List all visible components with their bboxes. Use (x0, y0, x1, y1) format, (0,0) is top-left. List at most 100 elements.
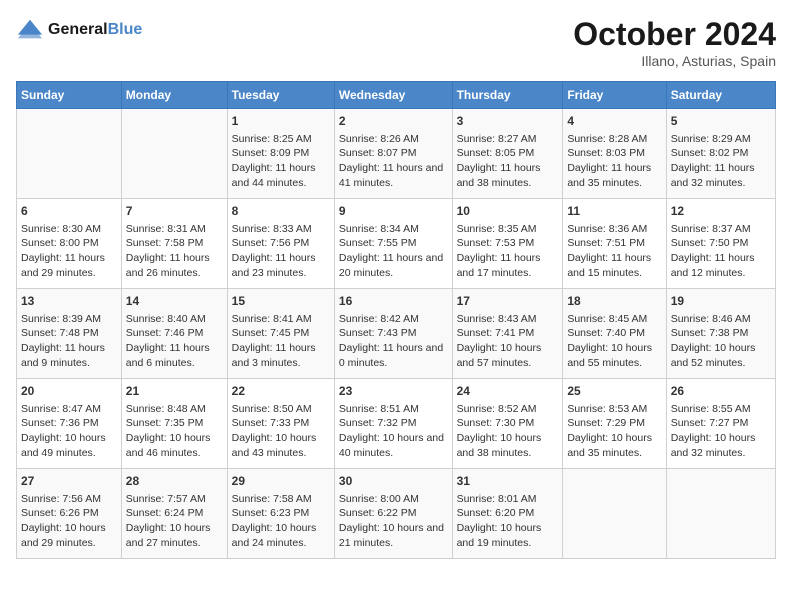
month-title: October 2024 (573, 16, 776, 53)
calendar-cell: 30 Sunrise: 8:00 AMSunset: 6:22 PMDayligh… (334, 469, 452, 559)
weekday-header-row: SundayMondayTuesdayWednesdayThursdayFrid… (17, 82, 776, 109)
day-number: 5 (671, 113, 771, 130)
day-detail: Sunrise: 8:51 AMSunset: 7:32 PMDaylight:… (339, 402, 448, 461)
weekday-header-wednesday: Wednesday (334, 82, 452, 109)
day-detail: Sunrise: 8:36 AMSunset: 7:51 PMDaylight:… (567, 222, 661, 281)
day-number: 18 (567, 293, 661, 310)
calendar-cell (666, 469, 775, 559)
calendar-cell: 13Sunrise: 8:39 AMSunset: 7:48 PMDayligh… (17, 289, 122, 379)
day-detail: Sunrise: 8:47 AMSunset: 7:36 PMDaylight:… (21, 402, 117, 461)
day-number: 9 (339, 203, 448, 220)
weekday-header-tuesday: Tuesday (227, 82, 334, 109)
weekday-header-thursday: Thursday (452, 82, 563, 109)
day-detail: Sunrise: 8:42 AMSunset: 7:43 PMDaylight:… (339, 312, 448, 371)
day-number: 8 (232, 203, 330, 220)
day-detail: Sunrise: 8:00 AMSunset: 6:22 PMDaylight:… (339, 492, 448, 551)
location: Illano, Asturias, Spain (573, 53, 776, 69)
day-number: 31 (457, 473, 559, 490)
calendar-week-row: 20 Sunrise: 8:47 AMSunset: 7:36 PMDayligh… (17, 379, 776, 469)
day-detail: Sunrise: 8:53 AMSunset: 7:29 PMDaylight:… (567, 402, 661, 461)
day-number: 25 (567, 383, 661, 400)
day-number: 17 (457, 293, 559, 310)
calendar-cell: 15 Sunrise: 8:41 AMSunset: 7:45 PMDayligh… (227, 289, 334, 379)
calendar-week-row: 6Sunrise: 8:30 AMSunset: 8:00 PMDaylight… (17, 199, 776, 289)
weekday-header-sunday: Sunday (17, 82, 122, 109)
calendar-cell: 21 Sunrise: 8:48 AMSunset: 7:35 PMDayligh… (121, 379, 227, 469)
day-detail: Sunrise: 8:50 AMSunset: 7:33 PMDaylight:… (232, 402, 330, 461)
day-detail: Sunrise: 7:57 AMSunset: 6:24 PMDaylight:… (126, 492, 223, 551)
day-number: 23 (339, 383, 448, 400)
day-detail: Sunrise: 8:29 AMSunset: 8:02 PMDaylight:… (671, 132, 771, 191)
calendar-cell: 6Sunrise: 8:30 AMSunset: 8:00 PMDaylight… (17, 199, 122, 289)
day-detail: Sunrise: 8:25 AMSunset: 8:09 PMDaylight:… (232, 132, 330, 191)
calendar-cell: 28Sunrise: 7:57 AMSunset: 6:24 PMDayligh… (121, 469, 227, 559)
logo-text: GeneralBlue (48, 21, 142, 39)
day-detail: Sunrise: 8:45 AMSunset: 7:40 PMDaylight:… (567, 312, 661, 371)
calendar-cell: 5 Sunrise: 8:29 AMSunset: 8:02 PMDaylight… (666, 109, 775, 199)
day-detail: Sunrise: 7:58 AMSunset: 6:23 PMDaylight:… (232, 492, 330, 551)
day-number: 4 (567, 113, 661, 130)
calendar-cell (17, 109, 122, 199)
day-number: 10 (457, 203, 559, 220)
calendar-cell: 31 Sunrise: 8:01 AMSunset: 6:20 PMDayligh… (452, 469, 563, 559)
day-detail: Sunrise: 8:48 AMSunset: 7:35 PMDaylight:… (126, 402, 223, 461)
day-number: 26 (671, 383, 771, 400)
title-area: October 2024 Illano, Asturias, Spain (573, 16, 776, 69)
day-number: 19 (671, 293, 771, 310)
day-number: 3 (457, 113, 559, 130)
calendar-cell: 1 Sunrise: 8:25 AMSunset: 8:09 PMDaylight… (227, 109, 334, 199)
day-detail: Sunrise: 8:28 AMSunset: 8:03 PMDaylight:… (567, 132, 661, 191)
calendar-cell: 19Sunrise: 8:46 AMSunset: 7:38 PMDayligh… (666, 289, 775, 379)
calendar-cell (121, 109, 227, 199)
logo: GeneralBlue (16, 16, 142, 44)
calendar-week-row: 27Sunrise: 7:56 AMSunset: 6:26 PMDayligh… (17, 469, 776, 559)
day-number: 15 (232, 293, 330, 310)
calendar-cell: 4 Sunrise: 8:28 AMSunset: 8:03 PMDaylight… (563, 109, 666, 199)
calendar-cell: 10Sunrise: 8:35 AMSunset: 7:53 PMDayligh… (452, 199, 563, 289)
day-detail: Sunrise: 7:56 AMSunset: 6:26 PMDaylight:… (21, 492, 117, 551)
calendar-cell: 12 Sunrise: 8:37 AMSunset: 7:50 PMDayligh… (666, 199, 775, 289)
day-detail: Sunrise: 8:43 AMSunset: 7:41 PMDaylight:… (457, 312, 559, 371)
calendar-cell: 22Sunrise: 8:50 AMSunset: 7:33 PMDayligh… (227, 379, 334, 469)
logo-icon (16, 16, 44, 44)
day-detail: Sunrise: 8:55 AMSunset: 7:27 PMDaylight:… (671, 402, 771, 461)
day-number: 6 (21, 203, 117, 220)
day-detail: Sunrise: 8:33 AMSunset: 7:56 PMDaylight:… (232, 222, 330, 281)
day-detail: Sunrise: 8:52 AMSunset: 7:30 PMDaylight:… (457, 402, 559, 461)
calendar-cell: 26 Sunrise: 8:55 AMSunset: 7:27 PMDayligh… (666, 379, 775, 469)
calendar-cell: 14Sunrise: 8:40 AMSunset: 7:46 PMDayligh… (121, 289, 227, 379)
calendar-cell: 3 Sunrise: 8:27 AMSunset: 8:05 PMDaylight… (452, 109, 563, 199)
calendar-cell: 27Sunrise: 7:56 AMSunset: 6:26 PMDayligh… (17, 469, 122, 559)
calendar-table: SundayMondayTuesdayWednesdayThursdayFrid… (16, 81, 776, 559)
calendar-cell: 2 Sunrise: 8:26 AMSunset: 8:07 PMDaylight… (334, 109, 452, 199)
day-number: 29 (232, 473, 330, 490)
calendar-cell (563, 469, 666, 559)
day-detail: Sunrise: 8:39 AMSunset: 7:48 PMDaylight:… (21, 312, 117, 371)
calendar-cell: 7Sunrise: 8:31 AMSunset: 7:58 PMDaylight… (121, 199, 227, 289)
weekday-header-saturday: Saturday (666, 82, 775, 109)
day-number: 12 (671, 203, 771, 220)
calendar-week-row: 1 Sunrise: 8:25 AMSunset: 8:09 PMDaylight… (17, 109, 776, 199)
weekday-header-monday: Monday (121, 82, 227, 109)
calendar-cell: 20 Sunrise: 8:47 AMSunset: 7:36 PMDayligh… (17, 379, 122, 469)
day-detail: Sunrise: 8:27 AMSunset: 8:05 PMDaylight:… (457, 132, 559, 191)
day-number: 2 (339, 113, 448, 130)
day-detail: Sunrise: 8:01 AMSunset: 6:20 PMDaylight:… (457, 492, 559, 551)
day-number: 1 (232, 113, 330, 130)
day-number: 20 (21, 383, 117, 400)
calendar-cell: 25 Sunrise: 8:53 AMSunset: 7:29 PMDayligh… (563, 379, 666, 469)
day-number: 14 (126, 293, 223, 310)
calendar-cell: 23 Sunrise: 8:51 AMSunset: 7:32 PMDayligh… (334, 379, 452, 469)
day-number: 21 (126, 383, 223, 400)
calendar-week-row: 13Sunrise: 8:39 AMSunset: 7:48 PMDayligh… (17, 289, 776, 379)
calendar-cell: 24Sunrise: 8:52 AMSunset: 7:30 PMDayligh… (452, 379, 563, 469)
day-detail: Sunrise: 8:31 AMSunset: 7:58 PMDaylight:… (126, 222, 223, 281)
day-number: 16 (339, 293, 448, 310)
day-detail: Sunrise: 8:37 AMSunset: 7:50 PMDaylight:… (671, 222, 771, 281)
day-detail: Sunrise: 8:41 AMSunset: 7:45 PMDaylight:… (232, 312, 330, 371)
day-number: 30 (339, 473, 448, 490)
calendar-cell: 17 Sunrise: 8:43 AMSunset: 7:41 PMDayligh… (452, 289, 563, 379)
page-header: GeneralBlue October 2024 Illano, Asturia… (16, 16, 776, 69)
day-number: 11 (567, 203, 661, 220)
day-detail: Sunrise: 8:26 AMSunset: 8:07 PMDaylight:… (339, 132, 448, 191)
